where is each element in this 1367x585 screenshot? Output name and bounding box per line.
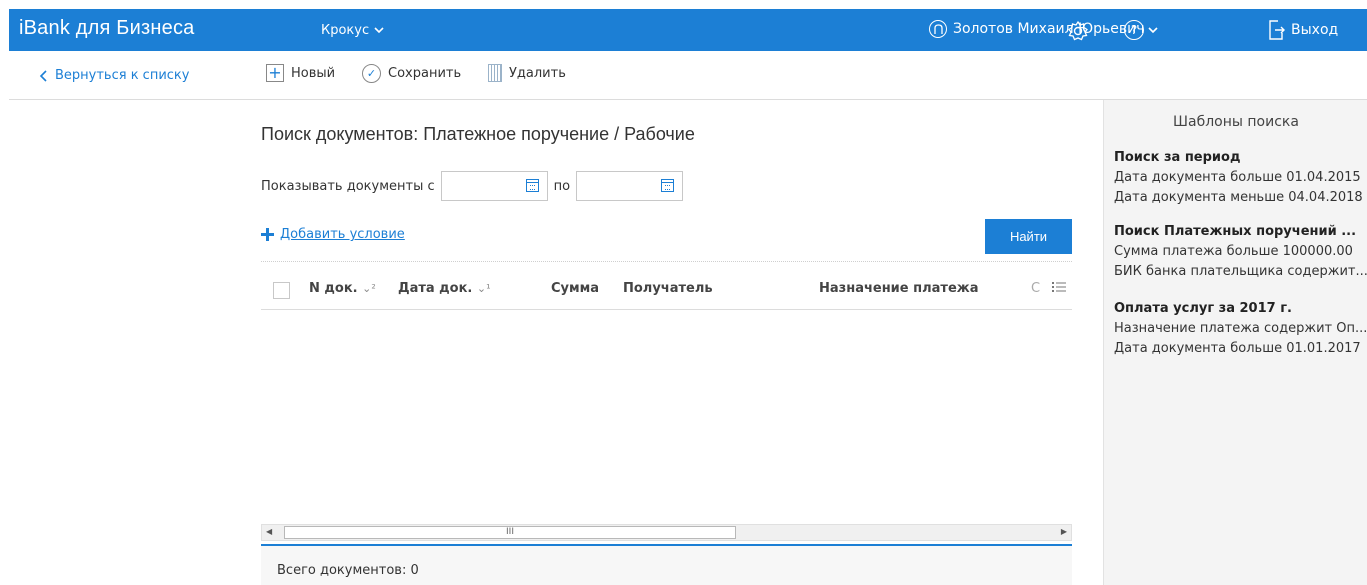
template-condition: Сумма платежа больше 100000.00: [1114, 244, 1353, 259]
date-from-input[interactable]: [440, 171, 548, 201]
add-condition-link[interactable]: Добавить условие: [261, 227, 405, 242]
template-condition: Дата документа больше 01.04.2015: [1114, 170, 1361, 185]
templates-title: Шаблоны поиска: [1173, 114, 1299, 130]
template-name[interactable]: Поиск за период: [1114, 150, 1367, 165]
new-button[interactable]: + Новый: [266, 64, 335, 82]
column-header-recipient[interactable]: Получатель: [623, 281, 713, 296]
chevron-down-icon: [1148, 26, 1158, 33]
divider: [261, 261, 1072, 262]
logout-button[interactable]: Выход: [1269, 20, 1338, 40]
column-label: Дата док.: [398, 281, 473, 296]
column-header-partial[interactable]: С: [1031, 281, 1040, 296]
save-label: Сохранить: [388, 66, 462, 81]
add-condition-label: Добавить условие: [280, 227, 405, 242]
new-label: Новый: [291, 65, 336, 81]
show-from-label: Показывать документы с: [261, 178, 435, 194]
delete-button[interactable]: Удалить: [488, 64, 566, 82]
scroll-right-arrow-icon[interactable]: ▶: [1061, 527, 1067, 536]
organization-selector[interactable]: Крокус: [321, 23, 384, 38]
user-menu[interactable]: Золотов Михаил Юрьевич: [929, 20, 1145, 38]
date-to-label: по: [553, 178, 571, 194]
column-header-date[interactable]: Дата док. ⌄¹: [398, 281, 491, 296]
template-condition: Назначение платежа содержит Оп...: [1114, 321, 1367, 336]
table-footer: Всего документов: 0: [261, 546, 1072, 585]
chevron-left-icon: [39, 69, 47, 82]
column-menu-icon[interactable]: [1052, 281, 1066, 293]
select-all-checkbox[interactable]: [273, 282, 290, 299]
table-header: N док. ⌄² Дата док. ⌄¹ Сумма Получатель …: [261, 273, 1072, 310]
brand-logo[interactable]: iBank для Бизнеса: [19, 17, 194, 40]
sort-indicator: ⌄¹: [476, 282, 491, 295]
organization-name: Крокус: [321, 23, 370, 38]
user-circle-icon: [929, 20, 947, 38]
delete-label: Удалить: [509, 65, 566, 81]
template-name[interactable]: Оплата услуг за 2017 г.: [1114, 301, 1367, 316]
template-item[interactable]: Поиск Платежных поручений ... Сумма плат…: [1114, 224, 1367, 282]
column-header-amount[interactable]: Сумма: [551, 281, 599, 296]
chevron-down-icon: [374, 27, 384, 34]
total-documents: Всего документов: 0: [277, 563, 419, 578]
date-to-input[interactable]: [576, 171, 684, 201]
back-label: Вернуться к списку: [55, 68, 190, 83]
template-condition: Дата документа меньше 04.04.2018: [1114, 190, 1363, 205]
date-filter-row: Показывать документы с по: [261, 171, 684, 201]
scrollbar-thumb[interactable]: III: [284, 526, 736, 539]
user-name: Золотов Михаил Юрьевич: [953, 21, 1145, 37]
template-condition: Дата документа больше 01.01.2017: [1114, 341, 1361, 356]
new-icon: +: [266, 64, 284, 82]
top-bar: iBank для Бизнеса Крокус Золотов Михаил …: [9, 9, 1367, 51]
delete-icon: [488, 64, 502, 82]
page-title: Поиск документов: Платежное поручение / …: [261, 124, 695, 144]
help-menu[interactable]: ?: [1124, 20, 1158, 40]
search-templates-panel: Шаблоны поиска Поиск за период Дата доку…: [1103, 100, 1367, 585]
toolbar: Вернуться к списку + Новый ✓ Сохранить У…: [9, 51, 1367, 100]
calendar-icon[interactable]: [525, 179, 539, 192]
scroll-left-arrow-icon[interactable]: ◀: [266, 527, 272, 536]
sort-indicator: ⌄²: [362, 282, 376, 295]
plus-icon: [261, 228, 274, 241]
find-button[interactable]: Найти: [985, 219, 1072, 254]
calendar-icon[interactable]: [661, 179, 675, 192]
template-condition: БИК банка плательщика содержит...: [1114, 264, 1367, 279]
left-pane: [9, 100, 241, 585]
horizontal-scrollbar[interactable]: ◀ III ▶: [261, 524, 1072, 541]
gear-icon[interactable]: [1067, 20, 1089, 42]
back-to-list-link[interactable]: Вернуться к списку: [39, 68, 189, 83]
logout-icon: [1269, 20, 1285, 40]
column-header-number[interactable]: N док. ⌄²: [309, 281, 376, 296]
column-label: N док.: [309, 281, 358, 296]
save-icon: ✓: [362, 64, 381, 83]
save-button[interactable]: ✓ Сохранить: [362, 64, 461, 83]
help-icon: ?: [1124, 20, 1144, 40]
template-name[interactable]: Поиск Платежных поручений ...: [1114, 224, 1367, 239]
template-item[interactable]: Оплата услуг за 2017 г. Назначение плате…: [1114, 301, 1367, 359]
column-header-purpose[interactable]: Назначение платежа: [819, 281, 978, 296]
main-content: Поиск документов: Платежное поручение / …: [241, 100, 1103, 585]
logout-label: Выход: [1291, 22, 1339, 38]
template-item[interactable]: Поиск за период Дата документа больше 01…: [1114, 150, 1367, 208]
